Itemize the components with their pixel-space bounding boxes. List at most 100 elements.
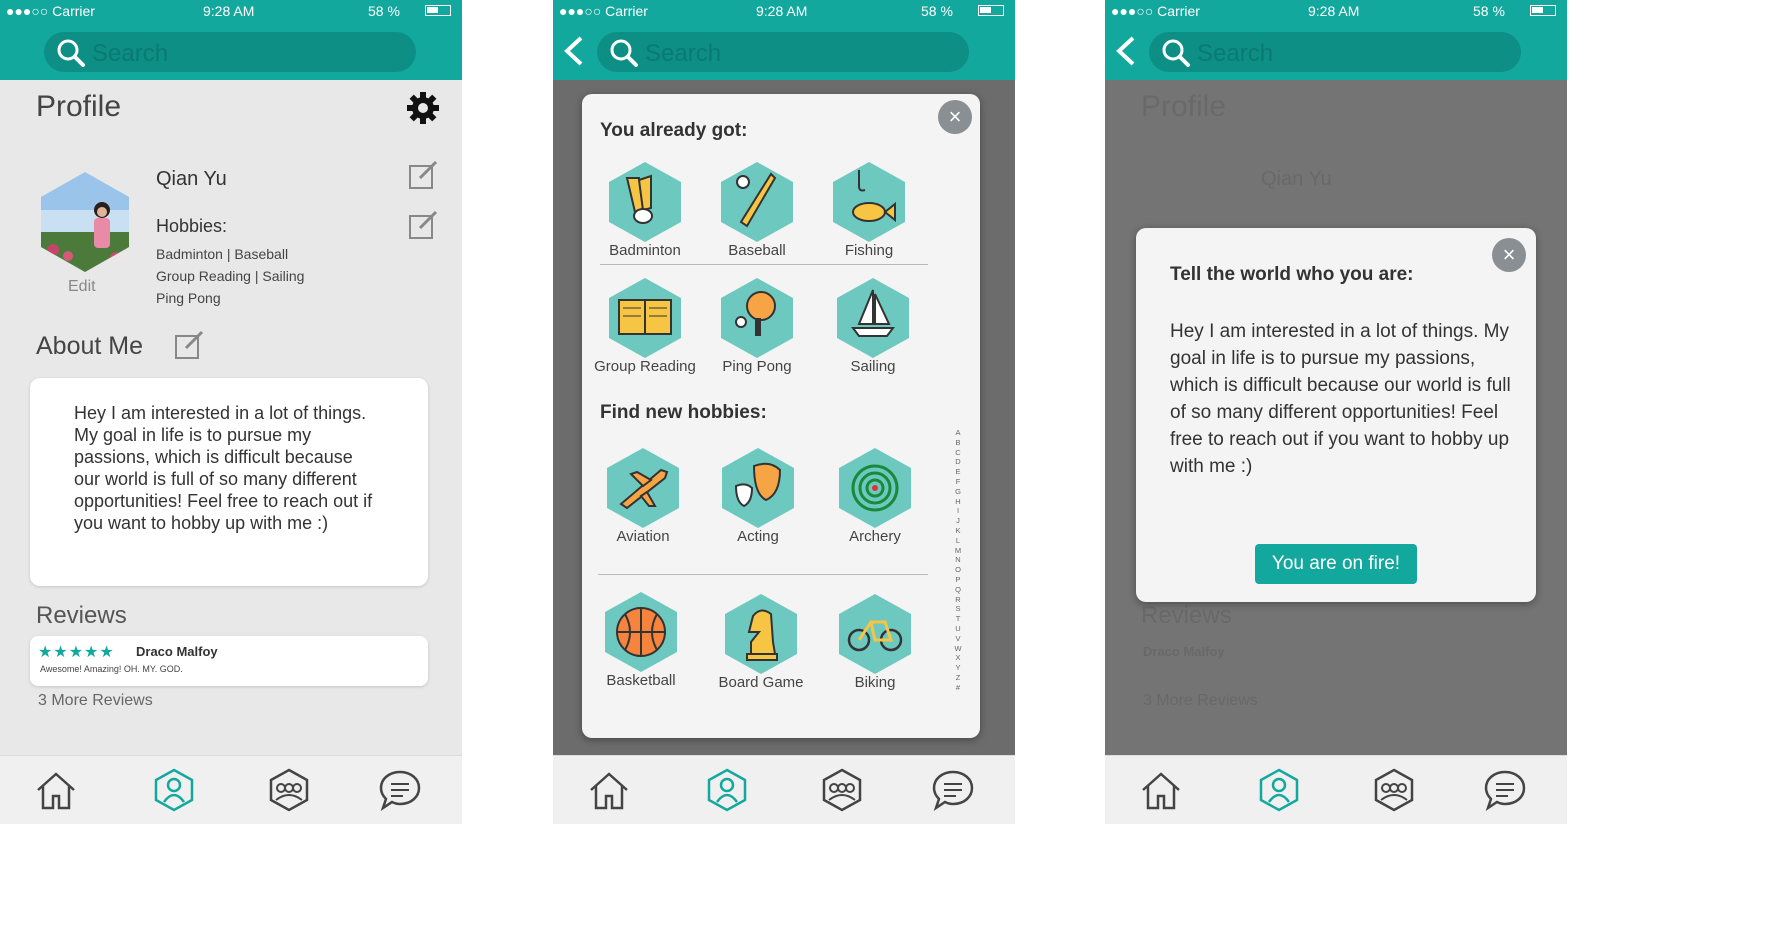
status-bar: ●●●○○ Carrier 9:28 AM 58 % [553, 0, 1015, 22]
hobby-sailing[interactable]: Sailing [818, 276, 928, 375]
hobby-basketball[interactable]: Basketball [586, 590, 696, 689]
search-input[interactable]: Search [597, 32, 969, 72]
sailboat-icon [837, 278, 909, 358]
about-me-title: About Me [36, 332, 144, 360]
rating-stars: ★★★★★ [38, 644, 115, 661]
search-input[interactable]: Search [1149, 32, 1521, 72]
badminton-icon [609, 162, 681, 242]
status-bar: ●●●○○ Carrier 9:28 AM 58 % [0, 0, 462, 22]
close-icon[interactable]: × [1492, 238, 1526, 272]
search-icon [57, 39, 85, 67]
status-bar: ●●●○○ Carrier 9:28 AM 58 % [1105, 0, 1567, 22]
carrier-label: ●●●○○ Carrier [559, 3, 648, 19]
about-text: Hey I am interested in a lot of things. … [74, 403, 373, 533]
hobby-label: Aviation [616, 528, 670, 545]
gear-icon[interactable] [405, 90, 441, 126]
profile-icon[interactable] [705, 768, 749, 812]
baseball-icon [721, 162, 793, 242]
target-icon [839, 448, 911, 528]
hobby-label: Acting [737, 528, 779, 545]
hobby-acting[interactable]: Acting [703, 446, 813, 545]
edit-avatar-link[interactable]: Edit [68, 278, 96, 296]
about-card: Hey I am interested in a lot of things. … [30, 378, 428, 586]
chat-icon[interactable] [1483, 768, 1527, 812]
review-author: Draco Malfoy [136, 644, 218, 659]
hobby-board-game[interactable]: Board Game [706, 592, 816, 691]
more-reviews-link[interactable]: 3 More Reviews [38, 692, 153, 710]
hobby-badminton[interactable]: Badminton [590, 160, 700, 259]
hobby-label: Archery [849, 528, 901, 545]
bottom-nav [0, 755, 462, 824]
divider [598, 574, 928, 575]
reviews-title: Reviews [36, 602, 127, 629]
search-placeholder: Search [645, 40, 722, 67]
chat-icon[interactable] [378, 768, 422, 812]
theater-mask-icon [722, 448, 794, 528]
groups-icon[interactable] [820, 768, 864, 812]
clock: 9:28 AM [203, 3, 255, 19]
edit-hobbies-icon[interactable] [408, 210, 438, 240]
hobbies-screen: ●●●○○ Carrier 9:28 AM 58 % Search × You … [553, 0, 1015, 824]
profile-icon[interactable] [1257, 768, 1301, 812]
edit-name-icon[interactable] [408, 160, 438, 190]
clock: 9:28 AM [756, 3, 808, 19]
about-modal: × Tell the world who you are: Hey I am i… [1136, 228, 1536, 602]
home-icon[interactable] [587, 768, 631, 812]
back-arrow-icon[interactable] [1115, 36, 1137, 66]
hobbies-label: Hobbies: [156, 216, 228, 236]
hobby-fishing[interactable]: Fishing [814, 160, 924, 259]
top-bar: Search [553, 22, 1015, 80]
chat-icon[interactable] [931, 768, 975, 812]
profile-screen: ●●●○○ Carrier 9:28 AM 58 % Search Profil… [0, 0, 462, 824]
hobby-label: Group Reading [594, 358, 696, 375]
page-title: Profile [36, 90, 122, 123]
hobbies-modal: × You already got: Badminton Baseball Fi… [582, 94, 980, 738]
alphabet-index[interactable]: A B C D E F G H I J K L M N O P Q R S T … [952, 428, 964, 693]
clock: 9:28 AM [1308, 3, 1360, 19]
profile-icon[interactable] [152, 768, 196, 812]
search-input[interactable]: Search [44, 32, 416, 72]
battery-icon [425, 5, 451, 16]
carrier-label: ●●●○○ Carrier [6, 3, 95, 19]
hobby-group-reading[interactable]: Group Reading [590, 276, 700, 375]
hobby-label: Ping Pong [722, 358, 792, 375]
about-textarea[interactable]: Hey I am interested in a lot of things. … [1170, 318, 1514, 480]
bicycle-icon [839, 594, 911, 674]
chess-knight-icon [725, 594, 797, 674]
hobby-label: Baseball [728, 242, 786, 259]
airplane-icon [607, 448, 679, 528]
close-icon[interactable]: × [938, 100, 972, 134]
hobby-biking[interactable]: Biking [820, 592, 930, 691]
hobby-label: Fishing [844, 242, 894, 259]
basketball-icon [605, 592, 677, 672]
about-edit-screen: ●●●○○ Carrier 9:28 AM 58 % Search Profil… [1105, 0, 1567, 824]
hobbies-list: Badminton | Baseball Group Reading | Sai… [156, 243, 304, 309]
hobby-archery[interactable]: Archery [820, 446, 930, 545]
got-title: You already got: [600, 120, 748, 141]
home-icon[interactable] [1139, 768, 1183, 812]
save-about-button[interactable]: You are on fire! [1255, 544, 1417, 584]
hobby-aviation[interactable]: Aviation [588, 446, 698, 545]
review-card[interactable]: ★★★★★ Draco Malfoy Awesome! Amazing! OH.… [30, 636, 428, 686]
hobbies-line: Badminton | Baseball [156, 246, 289, 262]
hobbies-line: Ping Pong [156, 290, 221, 306]
hobby-label: Biking [854, 674, 896, 691]
groups-icon[interactable] [267, 768, 311, 812]
hobby-ping-pong[interactable]: Ping Pong [702, 276, 812, 375]
back-arrow-icon[interactable] [563, 36, 585, 66]
find-title: Find new hobbies: [600, 402, 767, 423]
battery-icon [978, 5, 1004, 16]
hobby-label: Basketball [606, 672, 676, 689]
battery-icon [1530, 5, 1556, 16]
edit-about-icon[interactable] [174, 330, 204, 360]
hobby-baseball[interactable]: Baseball [702, 160, 812, 259]
battery-percent: 58 % [368, 3, 400, 19]
search-icon [1162, 39, 1190, 67]
groups-icon[interactable] [1372, 768, 1416, 812]
user-name: Qian Yu [156, 168, 227, 190]
bottom-nav [553, 755, 1015, 824]
home-icon[interactable] [34, 768, 78, 812]
avatar[interactable] [38, 170, 132, 274]
top-bar: Search [0, 22, 462, 80]
search-icon [610, 39, 638, 67]
